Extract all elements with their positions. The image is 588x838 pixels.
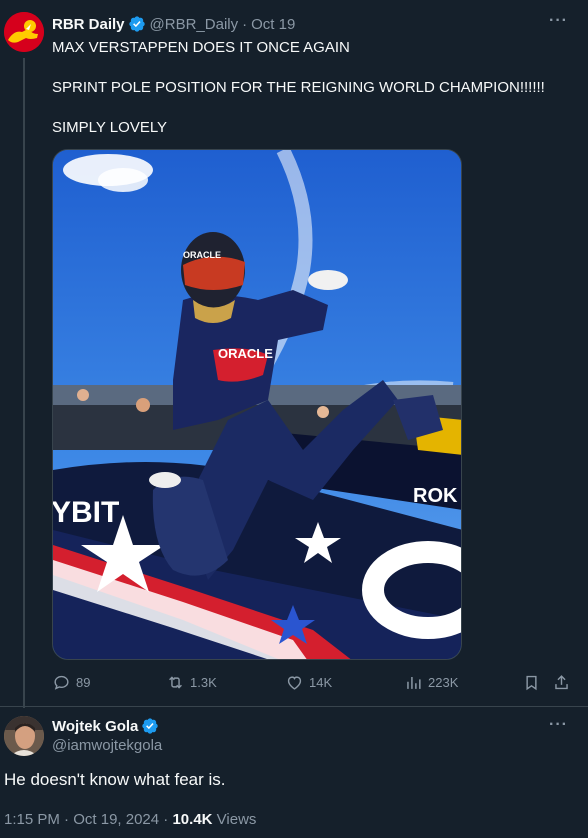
reply-button[interactable]: 89 (52, 673, 90, 692)
bookmark-icon (526, 675, 537, 691)
more-options-button[interactable]: ··· (549, 12, 568, 30)
tweet-photo[interactable]: ORACLE ORACLE YBIT ROK (52, 149, 462, 660)
photo-oracle-suit-text: ORACLE (218, 346, 273, 361)
like-button[interactable]: 14K (285, 673, 332, 692)
wojtek-gola-avatar[interactable] (4, 716, 44, 756)
author-name[interactable]: RBR Daily (52, 16, 125, 33)
reply-text: He doesn't know what fear is. (4, 770, 226, 789)
like-icon (287, 676, 302, 690)
parent-tweet-header: RBR Daily @RBR_Daily · Oct 19 (52, 14, 295, 34)
author-handle[interactable]: @RBR_Daily (150, 16, 239, 33)
reply-views-count: 10.4K (172, 811, 213, 828)
reply-time[interactable]: 1:15 PM (4, 811, 60, 828)
photo-bybit-text: YBIT (53, 496, 119, 529)
reply-more-options-button[interactable]: ··· (549, 716, 568, 734)
reply-views-label: Views (216, 811, 257, 828)
views-count: 223K (428, 675, 459, 690)
tweet-line: SPRINT POLE POSITION FOR THE REIGNING WO… (52, 79, 545, 96)
reply-author-name[interactable]: Wojtek Gola (52, 718, 138, 735)
parent-tweet[interactable]: RBR Daily @RBR_Daily · Oct 19 ··· MAX VE… (0, 0, 588, 708)
header-separator: · (242, 15, 248, 33)
repost-icon (169, 676, 182, 689)
tweet-divider (0, 706, 588, 707)
repost-button[interactable]: 1.3K (166, 673, 217, 692)
bookmark-button[interactable] (522, 673, 546, 692)
photo-oracle-helmet-text: ORACLE (183, 250, 221, 260)
meta-separator: · (64, 811, 70, 828)
reply-header: Wojtek Gola (52, 716, 163, 736)
reply-author-handle[interactable]: @iamwojtekgola (52, 737, 162, 754)
reply-meta: 1:15 PM · Oct 19, 2024 · 10.4K Views (4, 811, 256, 828)
views-icon (407, 676, 421, 689)
reply-count: 89 (76, 675, 91, 690)
views-button[interactable]: 223K (404, 673, 458, 692)
rbr-daily-avatar[interactable] (4, 12, 44, 52)
share-icon (555, 675, 568, 690)
photo-driver-on-car: ORACLE ORACLE YBIT ROK (53, 150, 461, 659)
tweet-line: SIMPLY LOVELY (52, 119, 168, 136)
share-button[interactable] (552, 673, 576, 692)
tweet-date[interactable]: Oct 19 (251, 16, 295, 33)
reply-icon (54, 675, 69, 690)
verified-badge-icon (142, 718, 159, 734)
tweet-text: MAX VERSTAPPEN DOES IT ONCE AGAIN SPRINT… (52, 38, 545, 138)
tweet-line: MAX VERSTAPPEN DOES IT ONCE AGAIN (52, 39, 350, 56)
photo-rok-text: ROK (413, 485, 458, 507)
tweet-actions: 89 1.3K 14K 223K (52, 673, 578, 695)
repost-count: 1.3K (190, 675, 217, 690)
verified-badge-icon (128, 16, 145, 32)
reply-date[interactable]: Oct 19, 2024 (73, 811, 159, 828)
like-count: 14K (309, 675, 333, 690)
meta-separator: · (163, 811, 169, 828)
thread-line (23, 58, 25, 708)
